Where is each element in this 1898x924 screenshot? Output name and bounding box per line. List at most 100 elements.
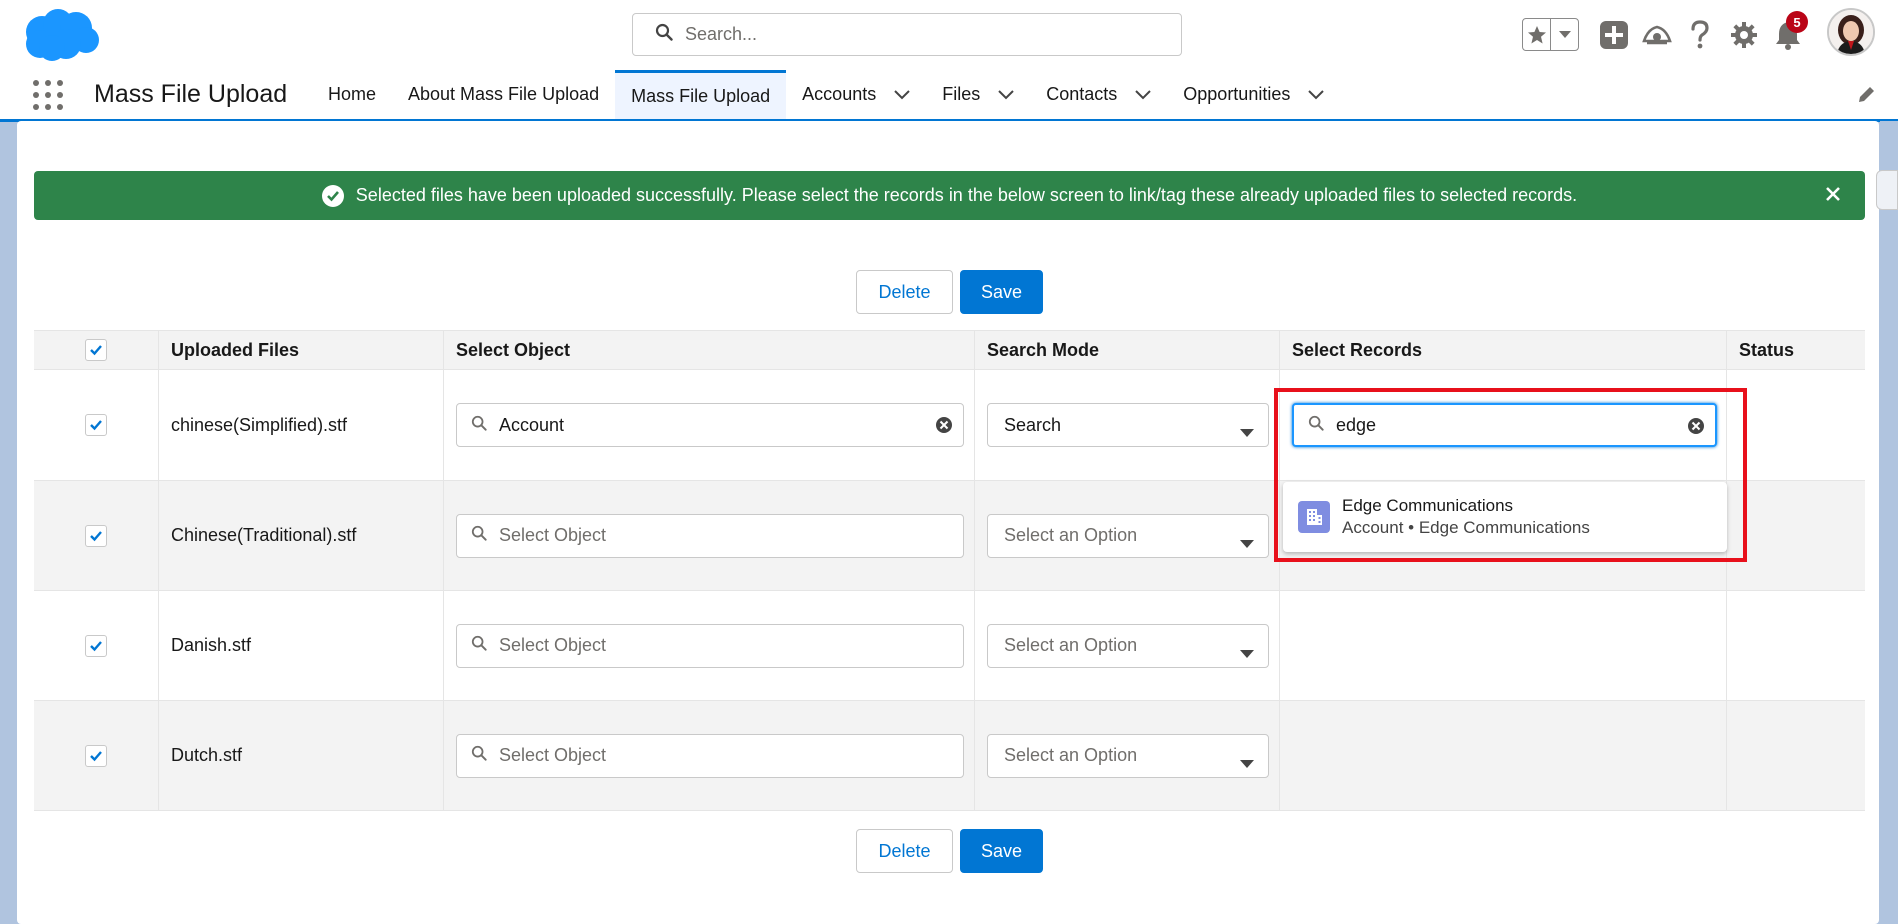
nav-item-opportunities[interactable]: Opportunities (1167, 70, 1340, 119)
caret-down-icon (1240, 753, 1254, 774)
column-header-uploaded-files: Uploaded Files (159, 331, 444, 369)
select-object-cell: Select Object (444, 481, 975, 590)
favorites-list-chevron-icon[interactable] (1550, 19, 1578, 50)
select-object-placeholder: Select Object (499, 635, 607, 655)
search-mode-select[interactable]: Select an Option (987, 623, 1269, 668)
status-cell (1727, 481, 1865, 590)
table-row: Dutch.stf Select Object Select an Option (34, 701, 1865, 811)
search-icon (471, 635, 487, 656)
select-object-placeholder: Select Object (499, 525, 607, 545)
row-checkbox[interactable] (85, 524, 107, 547)
search-mode-cell: Search (975, 370, 1280, 480)
nav-item-accounts[interactable]: Accounts (786, 70, 926, 119)
bottom-action-buttons: Delete Save (856, 829, 1043, 873)
select-object-input[interactable]: Select Object (456, 513, 964, 558)
search-icon (655, 23, 673, 46)
column-header-search-mode: Search Mode (975, 331, 1280, 369)
user-avatar[interactable] (1827, 8, 1875, 56)
clear-selection-icon[interactable] (935, 416, 953, 439)
nav-item-label: Home (328, 84, 377, 104)
search-mode-value: Search (1004, 414, 1062, 435)
global-search-placeholder: Search... (685, 24, 758, 44)
save-button[interactable]: Save (960, 829, 1043, 873)
utility-side-tab[interactable] (1876, 170, 1898, 210)
delete-button[interactable]: Delete (856, 829, 953, 873)
select-object-cell: Select Object (444, 591, 975, 700)
top-action-buttons: Delete Save (856, 270, 1043, 314)
save-button[interactable]: Save (960, 270, 1043, 314)
success-check-icon (321, 184, 344, 207)
caret-down-icon (1240, 422, 1254, 443)
toast-message: Selected files have been uploaded succes… (355, 185, 1578, 205)
nav-item-label: Mass File Upload (631, 85, 771, 106)
file-name-cell: Chinese(Traditional).stf (159, 481, 444, 590)
file-name-cell: Danish.stf (159, 591, 444, 700)
chevron-down-icon[interactable] (894, 89, 910, 100)
highlight-annotation-box (1274, 388, 1747, 562)
row-select-cell (34, 591, 159, 700)
select-object-placeholder: Select Object (499, 745, 607, 765)
star-icon[interactable] (1523, 19, 1550, 50)
row-checkbox[interactable] (85, 414, 107, 436)
search-mode-cell: Select an Option (975, 701, 1280, 810)
status-cell (1727, 701, 1865, 810)
status-cell (1727, 370, 1865, 480)
nav-item-about-mass-file-upload[interactable]: About Mass File Upload (392, 70, 615, 119)
close-toast-icon[interactable] (1823, 184, 1843, 209)
column-header-select-object: Select Object (444, 331, 975, 369)
row-checkbox[interactable] (85, 744, 107, 767)
search-mode-select[interactable]: Select an Option (987, 513, 1269, 558)
select-object-input[interactable]: Select Object (456, 733, 964, 778)
app-navigation-bar: Mass File Upload Home About Mass File Up… (0, 70, 1898, 122)
column-header-status: Status (1739, 339, 1795, 360)
select-object-input[interactable]: Select Object (456, 623, 964, 668)
nav-item-label: Opportunities (1183, 84, 1291, 104)
chevron-down-icon[interactable] (998, 89, 1014, 100)
table-row: Danish.stf Select Object Select an Optio… (34, 591, 1865, 701)
trailhead-guidance-icon[interactable] (1640, 18, 1674, 52)
chevron-down-icon[interactable] (1308, 89, 1325, 100)
search-mode-placeholder: Select an Option (1004, 635, 1138, 655)
nav-item-label: Files (942, 84, 981, 104)
select-object-value: Account (499, 414, 565, 435)
edit-nav-pencil-icon[interactable] (1856, 85, 1876, 110)
nav-item-contacts[interactable]: Contacts (1030, 70, 1167, 119)
app-name: Mass File Upload (94, 80, 288, 108)
search-icon (471, 415, 487, 436)
notification-count-badge: 5 (1786, 11, 1808, 33)
global-search-input[interactable]: Search... (632, 13, 1182, 56)
nav-item-files[interactable]: Files (926, 70, 1030, 119)
help-icon[interactable] (1683, 18, 1717, 52)
search-mode-select[interactable]: Search (987, 403, 1269, 447)
search-mode-placeholder: Select an Option (1004, 745, 1138, 765)
favorites-button[interactable] (1522, 18, 1579, 51)
chevron-down-icon[interactable] (1135, 89, 1151, 100)
row-select-cell (34, 701, 159, 810)
select-all-checkbox[interactable] (85, 339, 107, 361)
search-icon (471, 525, 487, 546)
nav-item-label: Contacts (1046, 84, 1118, 104)
delete-button[interactable]: Delete (856, 270, 953, 314)
row-select-cell (34, 370, 159, 480)
app-launcher-waffle-icon[interactable] (33, 80, 63, 110)
nav-item-home[interactable]: Home (312, 70, 392, 119)
global-actions-add-icon[interactable] (1597, 18, 1631, 52)
column-header-select-records: Select Records (1280, 331, 1727, 369)
global-header: Search... 5 (0, 0, 1898, 70)
status-cell (1727, 591, 1865, 700)
row-checkbox[interactable] (85, 634, 107, 657)
caret-down-icon (1240, 533, 1254, 554)
search-mode-select[interactable]: Select an Option (987, 733, 1269, 778)
setup-gear-icon[interactable] (1727, 18, 1761, 52)
select-object-input[interactable]: Account (456, 403, 964, 447)
nav-item-mass-file-upload[interactable]: Mass File Upload (615, 70, 787, 119)
select-records-cell (1280, 591, 1727, 700)
salesforce-logo-icon[interactable] (20, 6, 102, 62)
success-toast: Selected files have been uploaded succes… (34, 171, 1865, 220)
select-object-cell: Select Object (444, 701, 975, 810)
caret-down-icon (1240, 643, 1254, 664)
select-all-cell (34, 331, 159, 369)
select-records-cell (1280, 701, 1727, 810)
page-scrollbar[interactable] (1880, 121, 1898, 924)
search-icon (471, 745, 487, 766)
